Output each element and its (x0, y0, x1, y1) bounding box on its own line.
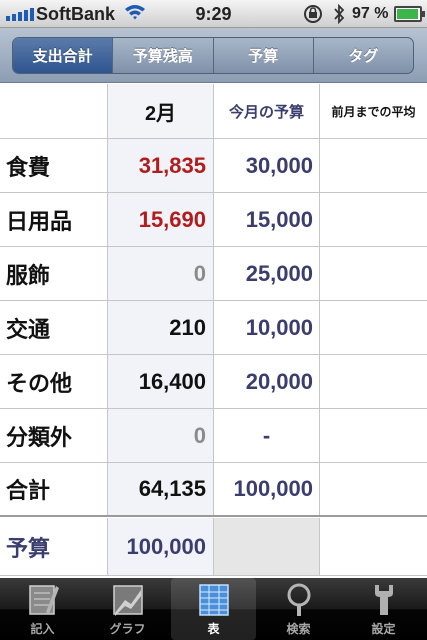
header-corner-cell (0, 84, 108, 138)
budget-amount: 10,000 (214, 301, 320, 354)
wrench-icon (375, 585, 393, 615)
table-icon (199, 584, 229, 616)
budget-month-amount: 100,000 (108, 518, 214, 575)
budget-average-cell (320, 518, 427, 575)
budget-row[interactable]: 予算 100,000 (0, 518, 427, 576)
month-amount: 16,400 (108, 355, 214, 408)
battery-icon (394, 6, 425, 22)
tab-settings[interactable]: 設定 (341, 578, 426, 640)
tab-search[interactable]: 検索 (256, 578, 341, 640)
tab-label: 検索 (286, 622, 311, 636)
tab-label: 表 (207, 622, 220, 636)
status-bar: SoftBank 9:29 97 % (0, 0, 427, 28)
tab-entry[interactable]: 記入 (0, 578, 85, 640)
row-label: 交通 (0, 301, 108, 354)
average-amount (320, 301, 427, 354)
budget-amount: 25,000 (214, 247, 320, 300)
total-row: 合計 64,135 100,000 (0, 463, 427, 517)
budget-amount: 15,000 (214, 193, 320, 246)
row-label: 服飾 (0, 247, 108, 300)
row-label: 予算 (0, 518, 108, 575)
total-average-amount (320, 463, 427, 515)
tab-label: グラフ (109, 622, 146, 636)
tab-label: 設定 (371, 622, 396, 636)
budget-empty-cell (214, 518, 320, 575)
table-row[interactable]: 分類外 0 - (0, 409, 427, 463)
tab-bar: 記入 グラフ 表 検索 設定 (0, 578, 427, 640)
bluetooth-icon (334, 4, 345, 24)
segment-budget-remaining[interactable]: 予算残高 (112, 38, 212, 73)
month-amount: 31,835 (108, 139, 214, 192)
average-amount (320, 139, 427, 192)
table-row[interactable]: 日用品 15,690 15,000 (0, 193, 427, 247)
segment-toolbar: 支出合計 予算残高 予算 タグ (0, 28, 427, 83)
month-amount: 210 (108, 301, 214, 354)
row-label: その他 (0, 355, 108, 408)
table-row[interactable]: その他 16,400 20,000 (0, 355, 427, 409)
total-budget-amount: 100,000 (214, 463, 320, 515)
notebook-pencil-icon (29, 585, 59, 615)
battery-percent: 97 % (352, 5, 389, 22)
row-label: 日用品 (0, 193, 108, 246)
tab-label: 記入 (30, 622, 55, 636)
average-amount (320, 193, 427, 246)
graph-icon (113, 585, 143, 616)
total-month-amount: 64,135 (108, 463, 214, 515)
table-row[interactable]: 服飾 0 25,000 (0, 247, 427, 301)
table-row[interactable]: 交通 210 10,000 (0, 301, 427, 355)
rotation-lock-icon (304, 5, 322, 23)
tab-table[interactable]: 表 (171, 578, 256, 640)
average-amount (320, 355, 427, 408)
budget-amount: - (214, 409, 320, 462)
tab-graph[interactable]: グラフ (85, 578, 170, 640)
month-amount: 0 (108, 409, 214, 462)
average-amount (320, 247, 427, 300)
month-amount: 15,690 (108, 193, 214, 246)
header-budget: 今月の予算 (214, 84, 320, 138)
table-header-row: 2月 今月の予算 前月までの平均 (0, 84, 427, 139)
segment-spending-total[interactable]: 支出合計 (13, 38, 113, 73)
budget-amount: 30,000 (214, 139, 320, 192)
month-amount: 0 (108, 247, 214, 300)
segment-budget[interactable]: 予算 (212, 38, 313, 73)
segment-tags[interactable]: タグ (312, 38, 413, 73)
table-row[interactable]: 食費 31,835 30,000 (0, 139, 427, 193)
row-label: 分類外 (0, 409, 108, 462)
magnifier-icon (287, 583, 311, 616)
average-amount (320, 409, 427, 462)
header-average: 前月までの平均 (320, 84, 427, 138)
battery-fill (397, 9, 419, 19)
header-month: 2月 (108, 84, 214, 138)
row-label: 食費 (0, 139, 108, 192)
row-label: 合計 (0, 463, 108, 515)
budget-amount: 20,000 (214, 355, 320, 408)
segmented-control: 支出合計 予算残高 予算 タグ (12, 37, 414, 74)
